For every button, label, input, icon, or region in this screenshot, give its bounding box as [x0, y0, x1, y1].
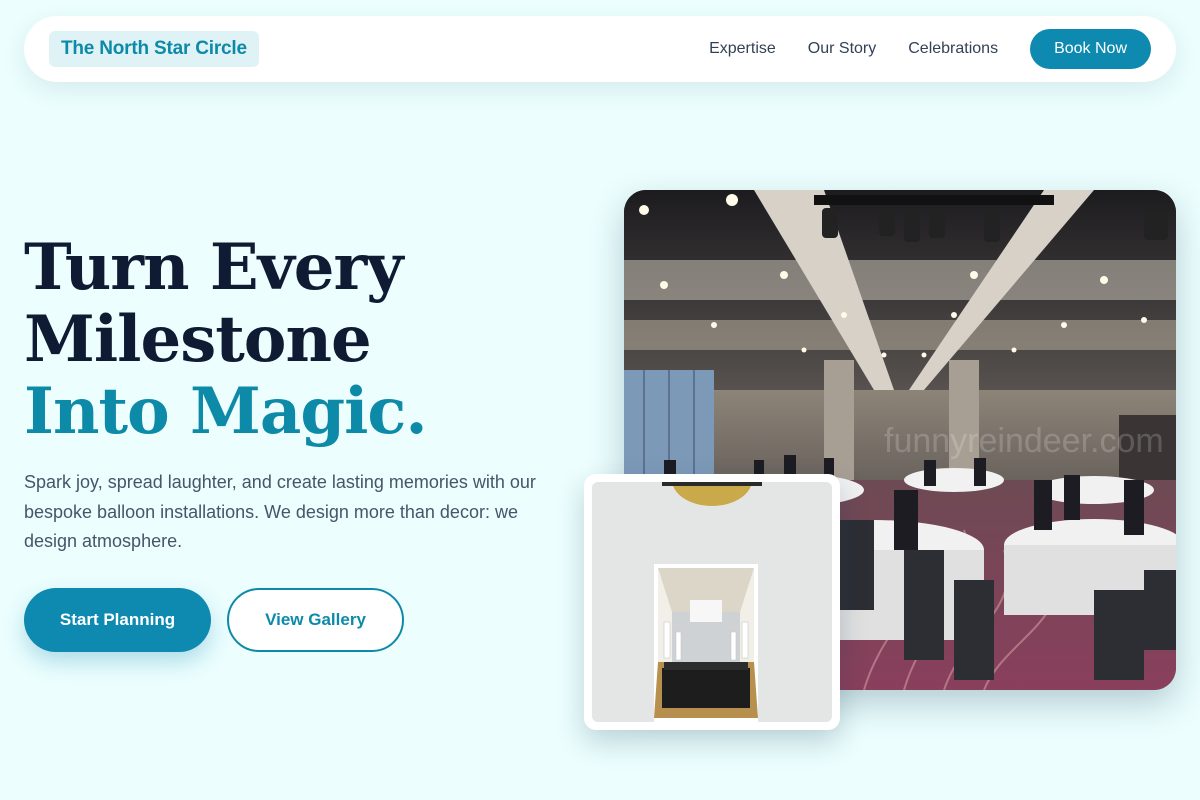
landing-page: The North Star Circle Expertise Our Stor… [0, 0, 1200, 800]
hero-title: Turn Every Milestone Into Magic. [24, 230, 428, 449]
nav-link-celebrations[interactable]: Celebrations [908, 40, 998, 58]
top-navbar: The North Star Circle Expertise Our Stor… [24, 16, 1176, 82]
hero-title-line-2: Milestone [24, 302, 372, 377]
nav-link-expertise[interactable]: Expertise [709, 40, 776, 58]
hallway-photo-card [584, 474, 840, 730]
hero-title-line-3: Into Magic. [24, 374, 428, 449]
hero-subtitle: Spark joy, spread laughter, and create l… [24, 472, 536, 551]
start-planning-button[interactable]: Start Planning [24, 588, 211, 652]
hallway-photo [592, 482, 832, 722]
hero-title-line-1: Turn Every [24, 230, 403, 305]
watermark-text: funnyreindeer.com [884, 422, 1164, 460]
view-gallery-button[interactable]: View Gallery [227, 588, 404, 652]
book-now-button[interactable]: Book Now [1030, 29, 1151, 69]
nav-link-our-story[interactable]: Our Story [808, 40, 876, 58]
nav-menu: Expertise Our Story Celebrations Book No… [709, 29, 1151, 69]
brand-logo[interactable]: The North Star Circle [49, 31, 259, 67]
